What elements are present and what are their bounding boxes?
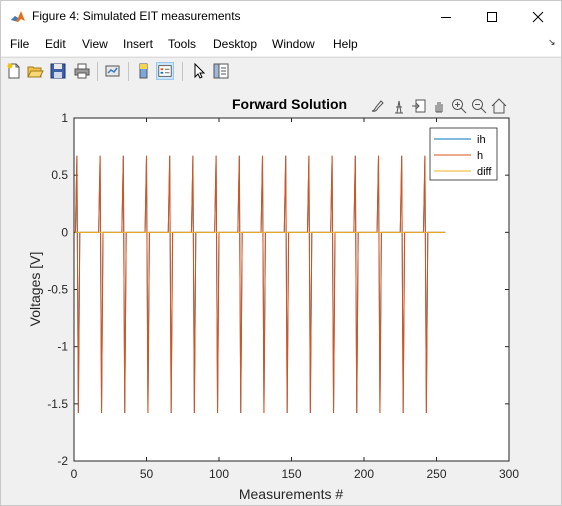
legend-label-diff: diff <box>477 166 492 178</box>
legend-label-h: h <box>477 150 483 162</box>
x-axis-label: Measurements # <box>239 486 343 502</box>
y-axis-label: Voltages [V] <box>27 252 43 327</box>
x-tick-label: 100 <box>209 467 229 481</box>
x-tick-label: 200 <box>354 467 374 481</box>
export-icon[interactable] <box>410 97 428 115</box>
x-tick-label: 250 <box>426 467 446 481</box>
zoom-in-icon[interactable] <box>450 97 468 115</box>
y-tick-label: -1 <box>57 340 68 354</box>
y-tick-label: 1 <box>61 111 68 125</box>
y-tick-label: 0.5 <box>51 168 68 182</box>
zoom-out-icon[interactable] <box>470 97 488 115</box>
y-tick-label: -2 <box>57 454 68 468</box>
plot-area: 0 50 100 150 200 250 300 1 0.5 0 -0.5 -1 -1.5 -2 Meas… <box>27 111 519 502</box>
data-tips-icon[interactable] <box>390 97 408 115</box>
y-tick-label: 0 <box>61 225 68 239</box>
y-tick-label: -0.5 <box>47 283 68 297</box>
x-tick-label: 150 <box>281 467 301 481</box>
x-tick-label: 300 <box>499 467 519 481</box>
figure-window: Figure 4: Simulated EIT measurements Fil… <box>0 0 562 506</box>
pan-icon[interactable] <box>430 97 448 115</box>
x-tick-label: 50 <box>140 467 154 481</box>
x-tick-label: 0 <box>71 467 78 481</box>
chart-title: Forward Solution <box>232 96 348 112</box>
home-icon[interactable] <box>490 97 508 115</box>
legend[interactable]: ih h diff <box>429 127 498 181</box>
brush-icon[interactable] <box>369 97 387 115</box>
y-tick-label: -1.5 <box>47 397 68 411</box>
legend-label-ih: ih <box>477 134 486 146</box>
